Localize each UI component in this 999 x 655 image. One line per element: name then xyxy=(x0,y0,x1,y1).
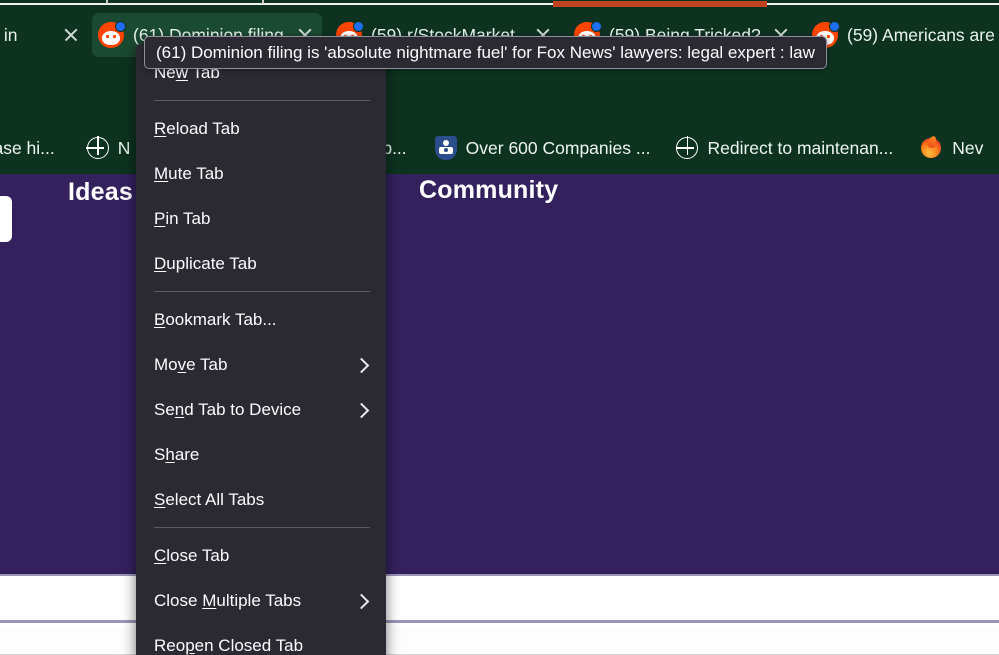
bookmark-item-redirect-to-maintenance[interactable]: Redirect to maintenan... xyxy=(667,130,902,166)
browser-tab-4[interactable]: (59) Americans are xyxy=(806,13,999,57)
tab-notch xyxy=(106,0,108,4)
close-icon[interactable] xyxy=(60,24,82,46)
bookmark-label: Over 600 Companies ... xyxy=(465,137,651,158)
menu-separator xyxy=(154,527,370,528)
menu-item-label: Bookmark Tab... xyxy=(154,309,277,329)
reddit-icon xyxy=(98,21,126,48)
tab-title: (59) Americans are xyxy=(847,24,995,45)
menu-item-send-tab-to-device[interactable]: Send Tab to Device xyxy=(136,387,386,432)
menu-item-label: Close Tab xyxy=(154,545,230,565)
menu-item-label: Duplicate Tab xyxy=(154,253,257,273)
tab-tooltip-text: (61) Dominion filing is 'absolute nightm… xyxy=(156,42,815,62)
page-side-chip xyxy=(0,196,12,242)
menu-item-label: Share xyxy=(154,444,200,464)
page-heading-ideas: Ideas xyxy=(68,178,133,206)
chevron-right-icon xyxy=(354,402,370,418)
menu-item-bookmark-tab[interactable]: Bookmark Tab... xyxy=(136,297,386,342)
tab-tooltip: (61) Dominion filing is 'absolute nightm… xyxy=(144,36,827,69)
menu-item-label: Reload Tab xyxy=(154,118,240,138)
menu-item-reopen-closed-tab[interactable]: Reopen Closed Tab xyxy=(136,623,386,655)
menu-item-label: Move Tab xyxy=(154,354,228,374)
globe-icon xyxy=(85,136,109,159)
menu-item-close-multiple-tabs[interactable]: Close Multiple Tabs xyxy=(136,578,386,623)
menu-item-reload-tab[interactable]: Reload Tab xyxy=(136,106,386,151)
menu-item-share[interactable]: Share xyxy=(136,432,386,477)
bookmark-label: chase hi... xyxy=(0,137,55,158)
unread-badge-dot xyxy=(115,21,126,32)
menu-item-select-all-tabs[interactable]: Select All Tabs xyxy=(136,477,386,522)
menu-item-pin-tab[interactable]: Pin Tab xyxy=(136,196,386,241)
bookmark-item-new[interactable]: Nev xyxy=(910,130,992,166)
browser-tab-0[interactable]: Dive in xyxy=(0,13,88,57)
tab-context-menu: New Tab Reload Tab Mute Tab Pin Tab Dupl… xyxy=(136,44,386,655)
tab-loading-progress xyxy=(553,1,767,7)
page-heading-community: Community xyxy=(419,176,559,204)
chevron-right-icon xyxy=(354,593,370,609)
menu-separator xyxy=(154,100,370,101)
menu-item-mute-tab[interactable]: Mute Tab xyxy=(136,151,386,196)
bookmark-label: Redirect to maintenan... xyxy=(707,137,894,158)
menu-item-label: Select All Tabs xyxy=(154,489,265,509)
unread-badge-dot xyxy=(591,21,602,32)
browser-window: Dive in (61) Dominion filing (59) r/Stoc… xyxy=(0,0,999,655)
unread-badge-dot xyxy=(829,21,840,32)
firefox-icon xyxy=(919,135,943,160)
menu-item-move-tab[interactable]: Move Tab xyxy=(136,342,386,387)
menu-item-close-tab[interactable]: Close Tab xyxy=(136,533,386,578)
bookmark-item-chase-hi[interactable]: chase hi... xyxy=(0,130,64,166)
globe-icon xyxy=(675,136,699,159)
menu-item-label: Close Multiple Tabs xyxy=(154,590,302,610)
menu-item-duplicate-tab[interactable]: Duplicate Tab xyxy=(136,241,386,286)
bookmark-item-n[interactable]: N xyxy=(78,130,140,166)
bookmark-label: Nev xyxy=(952,137,984,158)
menu-item-label: Send Tab to Device xyxy=(154,399,302,419)
bookmark-item-over-600-companies[interactable]: Over 600 Companies ... xyxy=(426,130,660,166)
bookmark-label: N xyxy=(117,137,131,158)
menu-item-label: Pin Tab xyxy=(154,208,211,228)
menu-item-label: Mute Tab xyxy=(154,163,224,183)
tab-title: Dive in xyxy=(0,24,18,45)
unread-badge-dot xyxy=(353,21,364,32)
menu-item-label: Reopen Closed Tab xyxy=(154,635,304,655)
window-top-sliver xyxy=(0,0,999,9)
shield-icon xyxy=(434,136,457,160)
menu-separator xyxy=(154,291,370,292)
chevron-right-icon xyxy=(354,357,370,373)
tab-notch xyxy=(262,0,264,4)
tab-strip-divider-line xyxy=(0,3,999,5)
